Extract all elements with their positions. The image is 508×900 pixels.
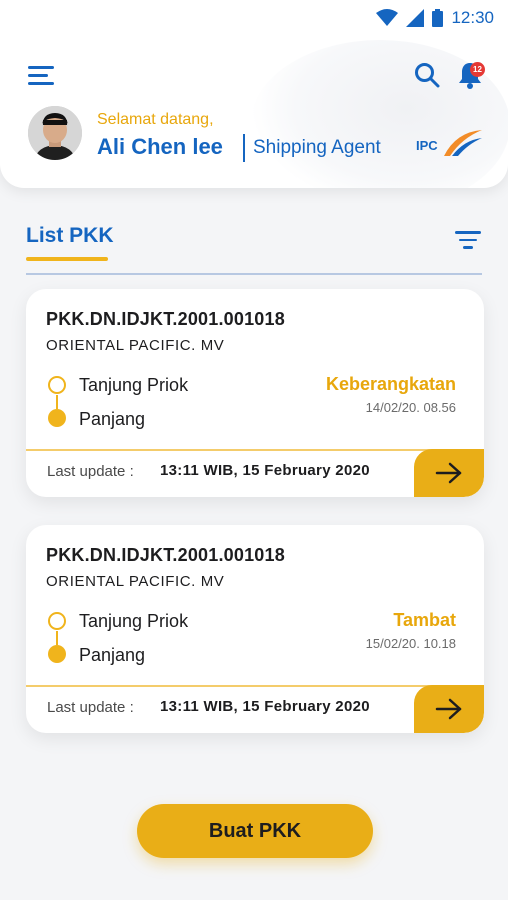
origin-port: Tanjung Priok	[79, 375, 189, 395]
filter-icon[interactable]	[455, 230, 481, 250]
last-update-value: 13:11 WIB, 15 February 2020	[160, 462, 370, 479]
user-role: Shipping Agent	[253, 137, 381, 158]
origin-dot-icon	[48, 612, 66, 630]
route: Tanjung Priok Panjang	[46, 610, 286, 670]
status-label: Tambat	[393, 610, 456, 630]
route-line	[56, 395, 58, 409]
arrow-right-icon	[435, 462, 462, 484]
destination-port: Panjang	[79, 645, 146, 665]
avatar[interactable]	[28, 106, 82, 160]
status-label: Keberangkatan	[325, 374, 456, 394]
ipc-swoosh-icon	[444, 130, 482, 156]
status-timestamp: 15/02/20. 10.18	[365, 636, 456, 651]
ipc-logo: IPC	[416, 128, 484, 160]
status-icons: 12:30	[376, 8, 494, 28]
card-divider	[26, 449, 484, 451]
create-pkk-button[interactable]: Buat PKK	[137, 804, 373, 858]
search-icon[interactable]	[414, 62, 440, 88]
vessel-name: ORIENTAL PACIFIC. MV	[46, 573, 225, 590]
origin-port: Tanjung Priok	[79, 611, 189, 631]
pkk-id: PKK.DN.IDJKT.2001.001018	[46, 545, 285, 565]
avatar-portrait-icon	[28, 106, 82, 160]
destination-dot-icon	[48, 645, 66, 663]
card-divider	[26, 685, 484, 687]
last-update-label: Last update :	[47, 699, 134, 716]
user-name: Ali Chen lee	[97, 134, 223, 159]
last-update-label: Last update :	[47, 463, 134, 480]
arrow-right-icon	[435, 698, 462, 720]
pkk-card[interactable]: PKK.DN.IDJKT.2001.001018 ORIENTAL PACIFI…	[26, 525, 484, 733]
signal-icon	[406, 9, 425, 27]
pkk-card[interactable]: PKK.DN.IDJKT.2001.001018 ORIENTAL PACIFI…	[26, 289, 484, 497]
route: Tanjung Priok Panjang	[46, 374, 286, 434]
wifi-icon	[376, 9, 399, 26]
origin-dot-icon	[48, 376, 66, 394]
ipc-logo-text: IPC	[416, 138, 438, 153]
status-time: 12:30	[451, 8, 494, 27]
vessel-name: ORIENTAL PACIFIC. MV	[46, 337, 225, 354]
greeting-text: Selamat datang,	[97, 111, 214, 128]
open-detail-button[interactable]	[414, 449, 484, 497]
bell-icon[interactable]: 12	[456, 60, 485, 90]
name-role-divider	[243, 134, 245, 162]
open-detail-button[interactable]	[414, 685, 484, 733]
menu-icon[interactable]	[28, 64, 56, 86]
notification-badge: 12	[470, 62, 485, 77]
app-header: 12:30 12 Selamat datang, Ali Chen lee Sh…	[0, 0, 508, 188]
tab-divider	[26, 273, 482, 275]
last-update-value: 13:11 WIB, 15 February 2020	[160, 698, 370, 715]
route-line	[56, 631, 58, 645]
status-bar: 12:30	[0, 0, 508, 36]
destination-dot-icon	[48, 409, 66, 427]
destination-port: Panjang	[79, 409, 146, 429]
tab-list-pkk[interactable]: List PKK	[26, 224, 114, 248]
status-timestamp: 14/02/20. 08.56	[365, 400, 456, 415]
tab-active-indicator	[26, 257, 108, 261]
pkk-id: PKK.DN.IDJKT.2001.001018	[46, 309, 285, 329]
battery-icon	[432, 9, 444, 27]
